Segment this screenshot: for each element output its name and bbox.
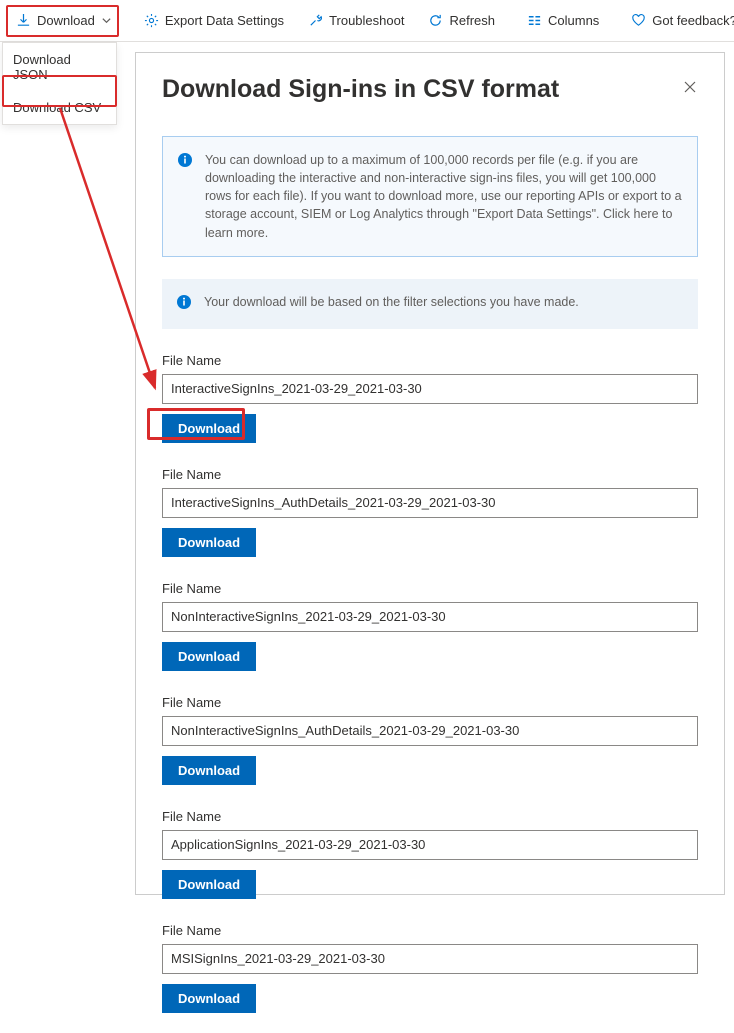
download-csv-item[interactable]: Download CSV (3, 91, 116, 124)
feedback-label: Got feedback? (652, 13, 734, 28)
export-label: Export Data Settings (165, 13, 284, 28)
info-max-records: You can download up to a maximum of 100,… (162, 136, 698, 257)
panel-body: You can download up to a maximum of 100,… (136, 136, 724, 1033)
download-dropdown: Download JSON Download CSV (2, 42, 117, 125)
file-name-input[interactable] (162, 716, 698, 746)
info-icon (176, 294, 192, 315)
file-name-input[interactable] (162, 830, 698, 860)
download-button[interactable]: Download (162, 984, 256, 1013)
refresh-icon (428, 13, 443, 28)
columns-icon (527, 13, 542, 28)
toolbar: Download Export Data Settings Troublesho… (0, 0, 734, 42)
wrench-icon (308, 13, 323, 28)
download-menu-button[interactable]: Download (4, 0, 124, 41)
close-icon[interactable] (682, 79, 698, 100)
refresh-button[interactable]: Refresh (416, 0, 507, 41)
file-label: File Name (162, 809, 698, 824)
download-button[interactable]: Download (162, 870, 256, 899)
download-button[interactable]: Download (162, 642, 256, 671)
file-label: File Name (162, 923, 698, 938)
heart-icon (631, 13, 646, 28)
troubleshoot-label: Troubleshoot (329, 13, 404, 28)
info-text: You can download up to a maximum of 100,… (205, 151, 683, 242)
panel-header: Download Sign-ins in CSV format (136, 53, 724, 118)
panel-title: Download Sign-ins in CSV format (162, 75, 559, 104)
file-name-input[interactable] (162, 602, 698, 632)
file-section: File Name Download (162, 809, 698, 899)
download-panel: Download Sign-ins in CSV format You can … (135, 52, 725, 895)
feedback-button[interactable]: Got feedback? (619, 0, 734, 41)
file-name-input[interactable] (162, 488, 698, 518)
export-settings-button[interactable]: Export Data Settings (132, 0, 296, 41)
file-section: File Name Download (162, 695, 698, 785)
file-label: File Name (162, 695, 698, 710)
file-name-input[interactable] (162, 374, 698, 404)
download-button[interactable]: Download (162, 756, 256, 785)
columns-label: Columns (548, 13, 599, 28)
download-label: Download (37, 13, 95, 28)
refresh-label: Refresh (449, 13, 495, 28)
info-filter: Your download will be based on the filte… (162, 279, 698, 329)
file-section: File Name Download (162, 467, 698, 557)
file-label: File Name (162, 467, 698, 482)
download-icon (16, 13, 31, 28)
download-json-item[interactable]: Download JSON (3, 43, 116, 91)
file-section: File Name Download (162, 353, 698, 443)
gear-icon (144, 13, 159, 28)
file-section: File Name Download (162, 581, 698, 671)
info-icon (177, 152, 193, 242)
info-text: Your download will be based on the filte… (204, 293, 579, 315)
troubleshoot-button[interactable]: Troubleshoot (296, 0, 416, 41)
file-label: File Name (162, 353, 698, 368)
file-section: File Name Download (162, 923, 698, 1013)
download-button[interactable]: Download (162, 528, 256, 557)
file-name-input[interactable] (162, 944, 698, 974)
columns-button[interactable]: Columns (515, 0, 611, 41)
file-label: File Name (162, 581, 698, 596)
chevron-down-icon (101, 15, 112, 26)
download-button[interactable]: Download (162, 414, 256, 443)
